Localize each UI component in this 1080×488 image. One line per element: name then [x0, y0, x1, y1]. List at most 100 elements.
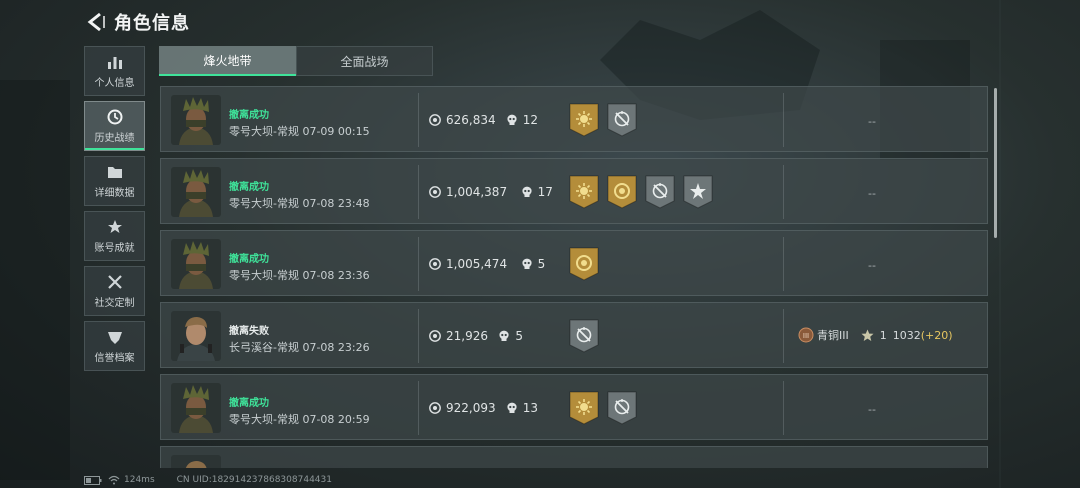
match-record-list: 撤离成功 零号大坝-常规 07-09 00:15 626,834 12 -- 撤离成功 零号…	[160, 86, 988, 468]
rank-placeholder: --	[868, 115, 876, 128]
sidebar-item-label: 账号成就	[94, 243, 135, 254]
sidebar-item-label: 信誉档案	[94, 353, 135, 364]
back-icon[interactable]	[84, 11, 106, 33]
map-and-time: 零号大坝-常规 07-08 23:36	[229, 269, 370, 282]
extraction-status: 撤离失败	[229, 326, 269, 337]
kill-count: 17	[537, 185, 553, 199]
history-icon	[107, 109, 122, 125]
divider	[418, 309, 419, 363]
match-record-row[interactable]: 撤离成功 零号大坝-常规 07-08 23:48 1,004,387 17 --	[160, 158, 988, 224]
match-record-row[interactable]: 撤离成功 零号大坝-常规 07-08 20:59 922,093 13 --	[160, 374, 988, 440]
skull-icon	[507, 114, 517, 125]
extraction-status: 撤离成功	[229, 110, 269, 121]
rank-name: 青铜III	[817, 329, 849, 342]
sidebar-item-details[interactable]: 详细数据	[84, 156, 145, 206]
sidebar-item-history[interactable]: 历史战绩	[84, 101, 145, 151]
skull-icon	[507, 402, 517, 413]
match-record-row[interactable]: 撤离成功 零号大坝-常规 07-08 23:36 1,005,474 5 --	[160, 230, 988, 296]
divider	[418, 165, 419, 219]
divider	[783, 165, 784, 219]
medal-icon	[569, 247, 599, 281]
map-and-time: 长弓溪谷-常规 07-08 23:26	[229, 341, 370, 354]
skull-icon	[521, 186, 532, 197]
sidebar-item-label: 详细数据	[94, 188, 135, 199]
player-uid: CN UID:182914237868308744431	[176, 475, 332, 485]
divider	[783, 93, 784, 147]
match-record-row[interactable]: 撤离成功 零号大坝-常规 07-09 00:15 626,834 12 --	[160, 86, 988, 152]
divider	[418, 381, 419, 435]
divider	[418, 237, 419, 291]
divider	[783, 237, 784, 291]
operator-avatar	[171, 311, 221, 361]
match-record-row[interactable]: 撤离失败长弓溪谷-常规 07-08 23:26 21,926 5 III 青铜III 1 1…	[160, 302, 988, 368]
operator-avatar	[171, 239, 221, 289]
divider	[783, 309, 784, 363]
map-and-time: 零号大坝-常规 07-09 00:15	[229, 125, 370, 138]
status-footer: 124ms CN UID:182914237868308744431	[84, 475, 332, 485]
asset-value: 626,834	[446, 113, 496, 127]
rank-score-value: 1032	[892, 328, 921, 342]
medal-icon	[569, 391, 599, 425]
tools-icon	[107, 275, 122, 289]
shield-icon	[107, 332, 122, 344]
tab-full-battlefield[interactable]: 全面战场	[296, 46, 433, 76]
kill-count: 5	[515, 329, 524, 343]
extraction-status: 撤离失败	[229, 466, 269, 468]
page-title: 角色信息	[114, 13, 190, 34]
tab-hazard-zone[interactable]: 烽火地带	[159, 46, 296, 76]
medal-list	[569, 319, 607, 353]
bar-chart-icon	[107, 57, 122, 69]
operator-avatar	[171, 455, 221, 468]
achievement-icon	[107, 220, 122, 233]
medal-icon	[569, 319, 599, 353]
asset-value: 21,926	[446, 329, 488, 343]
skull-icon	[521, 258, 532, 269]
asset-value: 1,004,387	[446, 185, 508, 199]
bronze-rank-icon: III	[798, 327, 814, 343]
extraction-status: 撤离成功	[229, 182, 269, 193]
kill-count: 5	[537, 257, 546, 271]
sidebar-item-achievements[interactable]: 账号成就	[84, 211, 145, 261]
medal-icon	[569, 175, 599, 209]
medal-icon	[607, 103, 637, 137]
operator-avatar	[171, 95, 221, 145]
extraction-status: 撤离成功	[229, 254, 269, 265]
svg-text:III: III	[803, 332, 809, 340]
medal-list	[569, 175, 721, 209]
sidebar: 个人信息 历史战绩 详细数据 账号成就 社交定制 信誉档案	[84, 46, 145, 376]
medal-list	[569, 247, 607, 281]
rank-info: III 青铜III 1 1032(+20)	[798, 327, 959, 343]
rank-stars: 1	[879, 328, 887, 342]
coin-icon	[429, 186, 441, 198]
sidebar-item-label: 个人信息	[94, 78, 135, 89]
map-and-time: 零号大坝-常规 07-08 20:59	[229, 413, 370, 426]
medal-icon	[607, 175, 637, 209]
medal-icon	[683, 175, 713, 209]
sidebar-item-profile[interactable]: 个人信息	[84, 46, 145, 96]
coin-icon	[429, 402, 441, 414]
operator-avatar	[171, 167, 221, 217]
skull-icon	[499, 330, 509, 341]
sidebar-item-social[interactable]: 社交定制	[84, 266, 145, 316]
rank-placeholder: --	[868, 259, 876, 272]
medal-icon	[607, 391, 637, 425]
page-header: 角色信息	[84, 8, 190, 36]
folder-icon	[107, 167, 122, 178]
medal-icon	[645, 175, 675, 209]
sidebar-item-reputation[interactable]: 信誉档案	[84, 321, 145, 371]
mode-tabs: 烽火地带 全面战场	[159, 46, 433, 76]
wifi-icon	[108, 475, 120, 485]
sidebar-item-label: 社交定制	[94, 298, 135, 309]
scrollbar[interactable]	[994, 88, 997, 238]
operator-avatar	[171, 383, 221, 433]
medal-icon	[569, 103, 599, 137]
divider	[783, 381, 784, 435]
match-record-row[interactable]: 撤离失败	[160, 446, 988, 468]
battery-icon	[84, 475, 102, 485]
coin-icon	[429, 330, 441, 342]
asset-value: 922,093	[446, 401, 496, 415]
medal-list	[569, 103, 645, 137]
coin-icon	[429, 114, 441, 126]
extraction-status: 撤离成功	[229, 398, 269, 409]
ping-value: 124ms	[124, 475, 155, 485]
